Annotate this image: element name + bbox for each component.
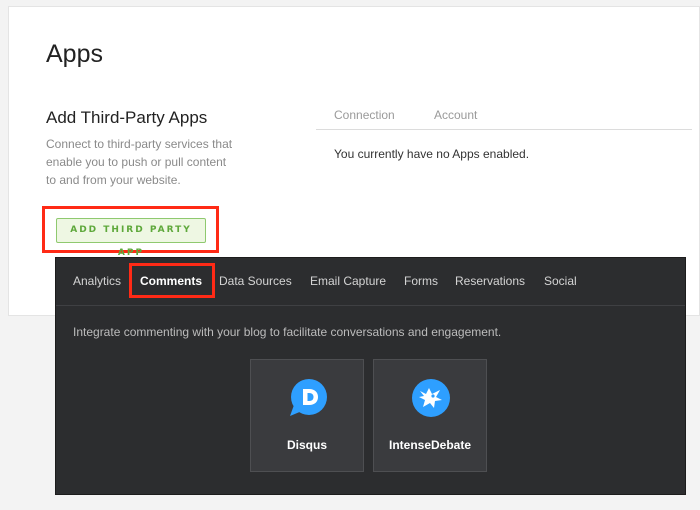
add-third-party-app-button[interactable]: ADD THIRD PARTY APP [56, 218, 206, 258]
column-header-account: Account [434, 108, 478, 122]
column-header-connection: Connection [334, 108, 395, 122]
app-card-intensedebate[interactable]: IntenseDebate [373, 359, 487, 472]
intensedebate-icon [412, 379, 450, 417]
tab-forms[interactable]: Forms [404, 274, 438, 288]
tab-highlight-annotation [129, 263, 215, 298]
empty-apps-message: You currently have no Apps enabled. [334, 147, 530, 161]
tab-analytics[interactable]: Analytics [73, 274, 121, 288]
tab-reservations[interactable]: Reservations [455, 274, 525, 288]
tabs-divider [56, 305, 685, 306]
tab-email-capture[interactable]: Email Capture [310, 274, 386, 288]
apps-table-header: Connection Account [316, 102, 692, 130]
app-card-disqus[interactable]: Disqus [250, 359, 364, 472]
section-description: Connect to third-party services that ena… [46, 137, 233, 187]
disqus-icon [290, 379, 327, 416]
page-title: Apps [46, 40, 103, 68]
app-picker-dropdown: Analytics Comments Data Sources Email Ca… [55, 257, 686, 495]
app-name: Disqus [286, 438, 327, 452]
tab-data-sources[interactable]: Data Sources [219, 274, 292, 288]
tab-social[interactable]: Social [544, 274, 577, 288]
section-title: Add Third-Party Apps [46, 108, 208, 127]
app-name: IntenseDebate [388, 438, 472, 452]
category-description: Integrate commenting with your blog to f… [73, 325, 502, 339]
